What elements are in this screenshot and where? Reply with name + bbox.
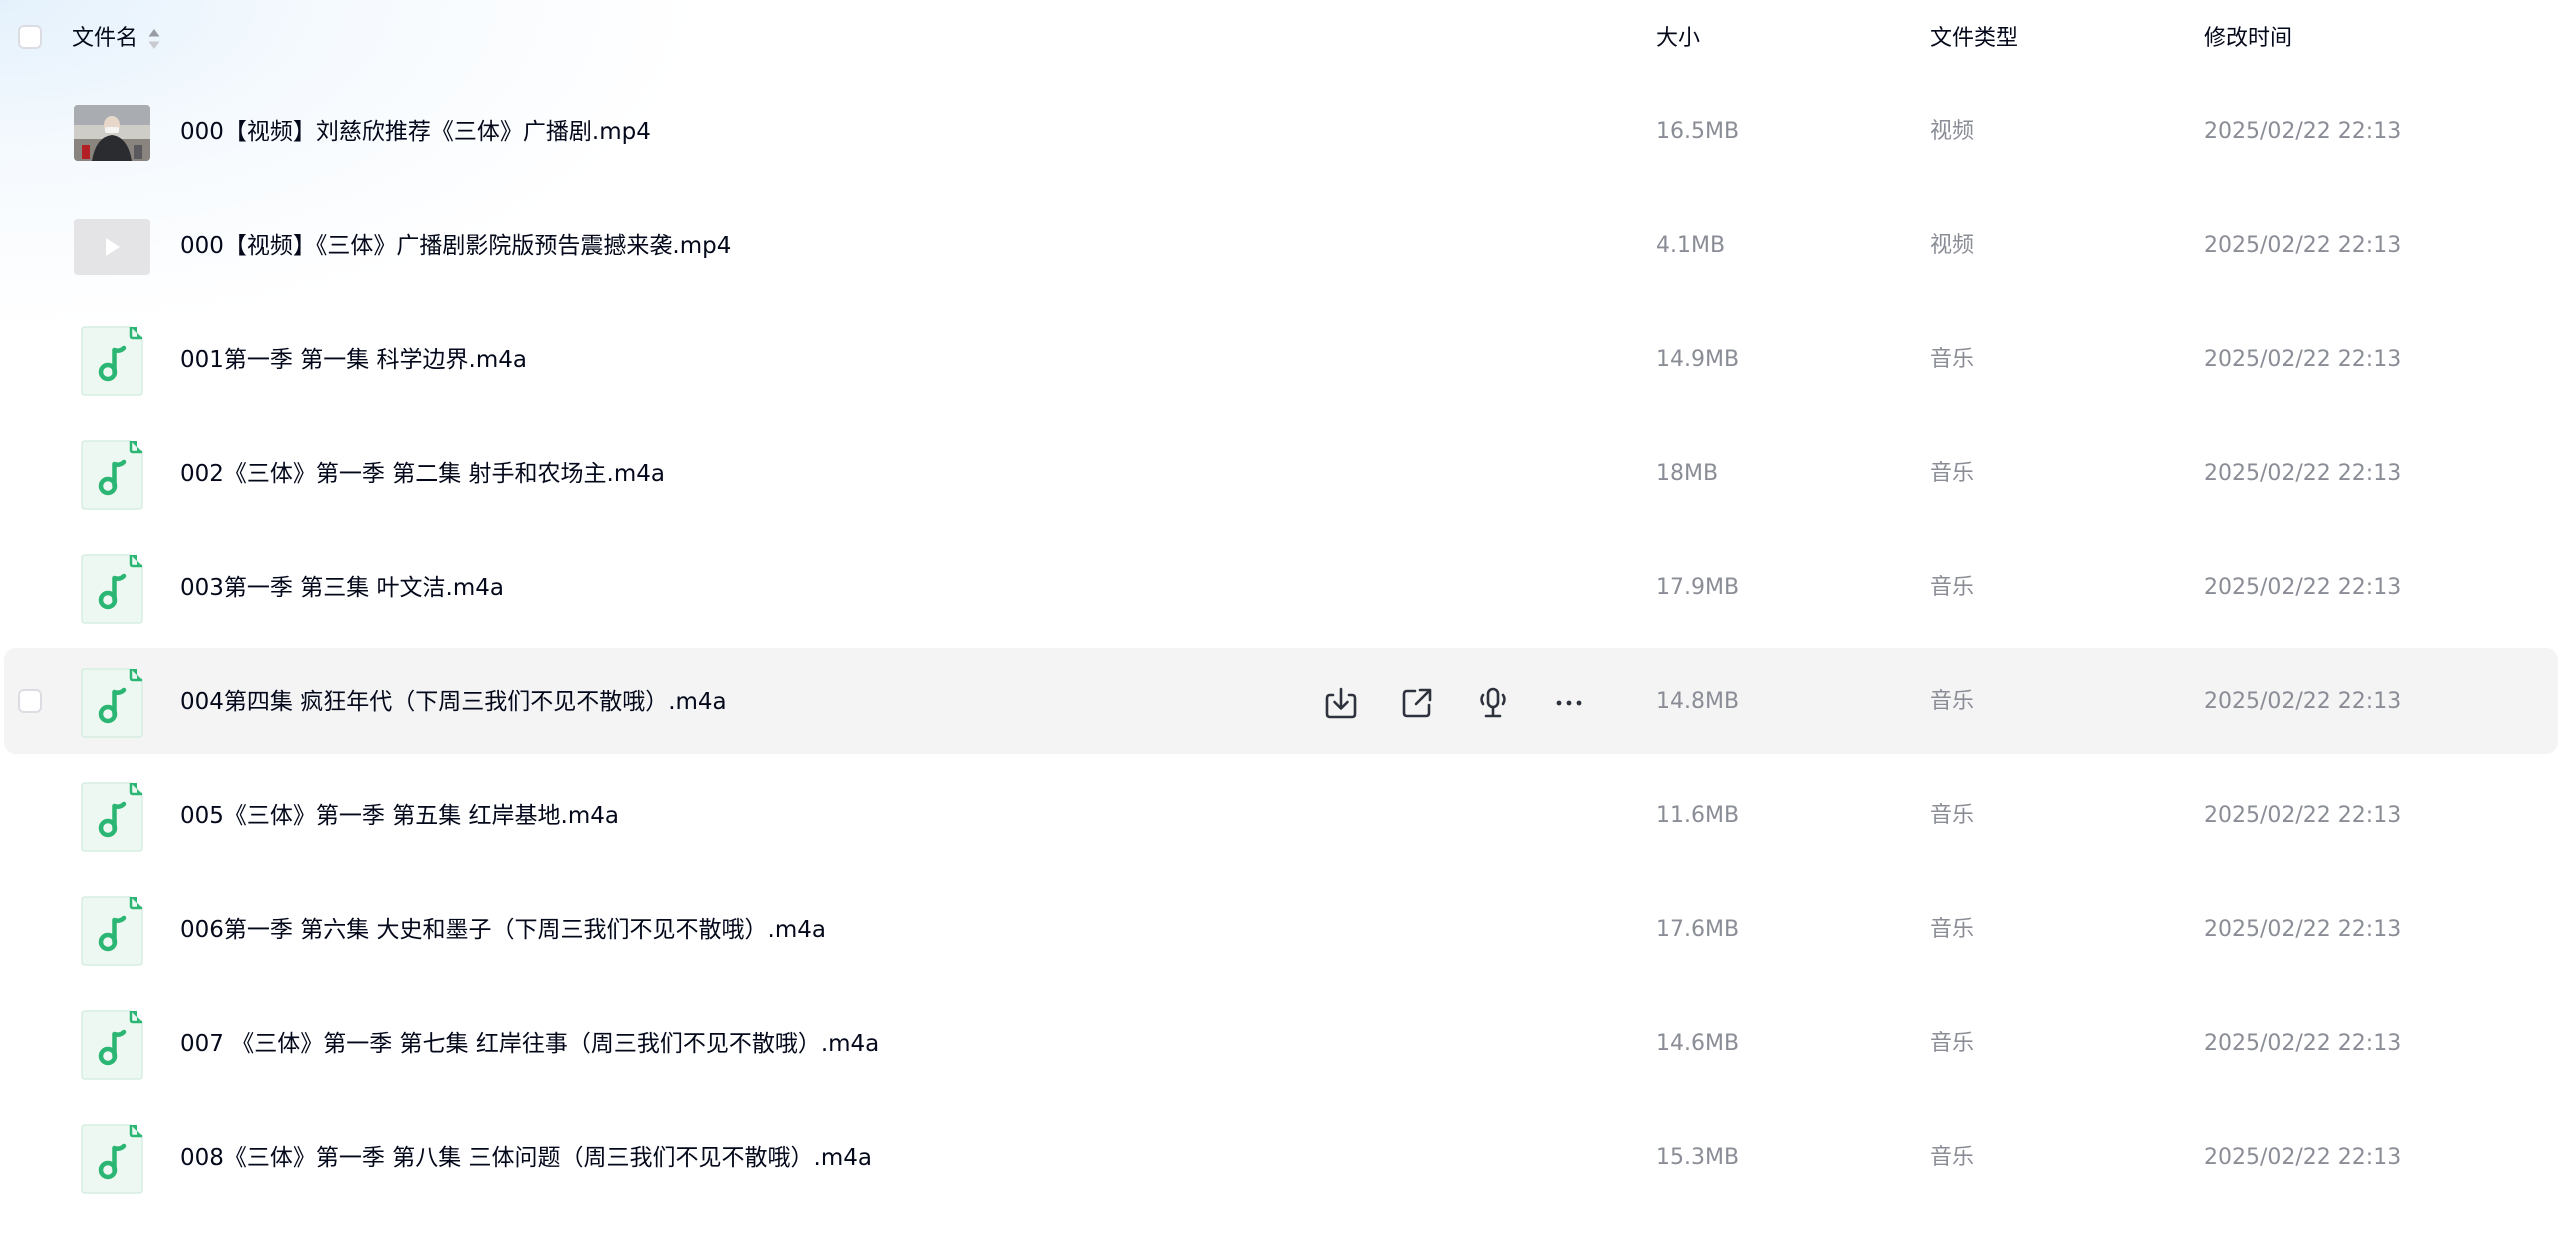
file-list: 文件名 大小 文件类型 修改时间 000【视频】刘慈欣推荐《三体》广播剧.mp4…: [0, 0, 2560, 1240]
music-file-icon: [81, 440, 143, 510]
music-file-icon: [81, 326, 143, 396]
file-size: 18MB: [1656, 461, 1719, 486]
share-icon[interactable]: [1398, 684, 1436, 722]
list-header: 文件名 大小 文件类型 修改时间: [0, 0, 2560, 78]
column-header-type[interactable]: 文件类型: [1930, 24, 2018, 54]
file-size: 14.8MB: [1656, 689, 1740, 714]
file-name[interactable]: 003第一季 第三集 叶文洁.m4a: [180, 572, 504, 604]
file-row[interactable]: 001第一季 第一集 科学边界.m4a 14.9MB 音乐 2025/02/22 22…: [4, 306, 2558, 412]
file-modified-time: 2025/02/22 22:13: [2204, 803, 2402, 828]
column-header-modified[interactable]: 修改时间: [2204, 24, 2292, 54]
file-modified-time: 2025/02/22 22:13: [2204, 119, 2402, 144]
column-header-size[interactable]: 大小: [1656, 24, 1700, 54]
file-type: 音乐: [1930, 347, 1975, 372]
file-type: 音乐: [1930, 1031, 1975, 1056]
file-size: 4.1MB: [1656, 233, 1726, 258]
music-file-icon: [81, 1010, 143, 1080]
file-name[interactable]: 000【视频】《三体》广播剧影院版预告震撼来袭.mp4: [180, 230, 731, 262]
file-row[interactable]: 006第一季 第六集 大史和墨子（下周三我们不见不散哦）.m4a 17.6MB 音乐…: [4, 876, 2558, 982]
column-header-name[interactable]: 文件名: [72, 24, 138, 54]
podcast-icon[interactable]: [1474, 684, 1512, 722]
select-all-checkbox[interactable]: [18, 25, 42, 49]
file-row[interactable]: 000【视频】刘慈欣推荐《三体》广播剧.mp4 16.5MB 视频 2025/02/2…: [4, 78, 2558, 184]
video-placeholder-icon: [74, 219, 150, 275]
file-size: 14.6MB: [1656, 1031, 1740, 1056]
file-type: 音乐: [1930, 689, 1975, 714]
file-modified-time: 2025/02/22 22:13: [2204, 917, 2402, 942]
music-file-icon: [81, 1124, 143, 1194]
video-thumbnail: [74, 105, 150, 161]
file-size: 14.9MB: [1656, 347, 1740, 372]
file-name[interactable]: 005《三体》第一季 第五集 红岸基地.m4a: [180, 800, 619, 832]
file-type: 音乐: [1930, 575, 1975, 600]
file-name[interactable]: 007 《三体》第一季 第七集 红岸往事（周三我们不见不散哦）.m4a: [180, 1028, 879, 1060]
file-modified-time: 2025/02/22 22:13: [2204, 461, 2402, 486]
file-name[interactable]: 000【视频】刘慈欣推荐《三体》广播剧.mp4: [180, 116, 651, 148]
file-name[interactable]: 002《三体》第一季 第二集 射手和农场主.m4a: [180, 458, 665, 490]
file-size: 15.3MB: [1656, 1145, 1740, 1170]
music-file-icon: [81, 896, 143, 966]
file-type: 音乐: [1930, 1145, 1975, 1170]
file-row[interactable]: 003第一季 第三集 叶文洁.m4a 17.9MB 音乐 2025/02/22 22:…: [4, 534, 2558, 640]
file-size: 11.6MB: [1656, 803, 1740, 828]
music-file-icon: [81, 782, 143, 852]
music-file-icon: [81, 668, 143, 738]
sort-icon[interactable]: [147, 27, 161, 51]
file-size: 17.9MB: [1656, 575, 1740, 600]
file-row[interactable]: 007 《三体》第一季 第七集 红岸往事（周三我们不见不散哦）.m4a 14.6M…: [4, 990, 2558, 1096]
file-size: 16.5MB: [1656, 119, 1740, 144]
file-size: 17.6MB: [1656, 917, 1740, 942]
file-modified-time: 2025/02/22 22:13: [2204, 575, 2402, 600]
file-name[interactable]: 006第一季 第六集 大史和墨子（下周三我们不见不散哦）.m4a: [180, 914, 826, 946]
file-row[interactable]: 008《三体》第一季 第八集 三体问题（周三我们不见不散哦）.m4a 15.3MB…: [4, 1104, 2558, 1210]
file-type: 音乐: [1930, 461, 1975, 486]
file-row[interactable]: 005《三体》第一季 第五集 红岸基地.m4a 11.6MB 音乐 2025/02/2…: [4, 762, 2558, 868]
music-file-icon: [81, 554, 143, 624]
file-type: 音乐: [1930, 803, 1975, 828]
file-type: 视频: [1930, 233, 1975, 258]
file-type: 视频: [1930, 119, 1975, 144]
file-modified-time: 2025/02/22 22:13: [2204, 347, 2402, 372]
row-checkbox[interactable]: [18, 689, 42, 713]
file-row[interactable]: 002《三体》第一季 第二集 射手和农场主.m4a 18MB 音乐 2025/02/2…: [4, 420, 2558, 526]
file-name[interactable]: 008《三体》第一季 第八集 三体问题（周三我们不见不散哦）.m4a: [180, 1142, 872, 1174]
file-row[interactable]: 004第四集 疯狂年代（下周三我们不见不散哦）.m4a 14.8MB 音乐 2025/…: [4, 648, 2558, 754]
file-type: 音乐: [1930, 917, 1975, 942]
download-icon[interactable]: [1322, 684, 1360, 722]
file-name[interactable]: 004第四集 疯狂年代（下周三我们不见不散哦）.m4a: [180, 686, 727, 718]
file-row[interactable]: 000【视频】《三体》广播剧影院版预告震撼来袭.mp4 4.1MB 视频 2025/0…: [4, 192, 2558, 298]
file-name[interactable]: 001第一季 第一集 科学边界.m4a: [180, 344, 527, 376]
file-modified-time: 2025/02/22 22:13: [2204, 1145, 2402, 1170]
file-modified-time: 2025/02/22 22:13: [2204, 1031, 2402, 1056]
file-modified-time: 2025/02/22 22:13: [2204, 233, 2402, 258]
more-icon[interactable]: [1550, 684, 1588, 722]
file-modified-time: 2025/02/22 22:13: [2204, 689, 2402, 714]
